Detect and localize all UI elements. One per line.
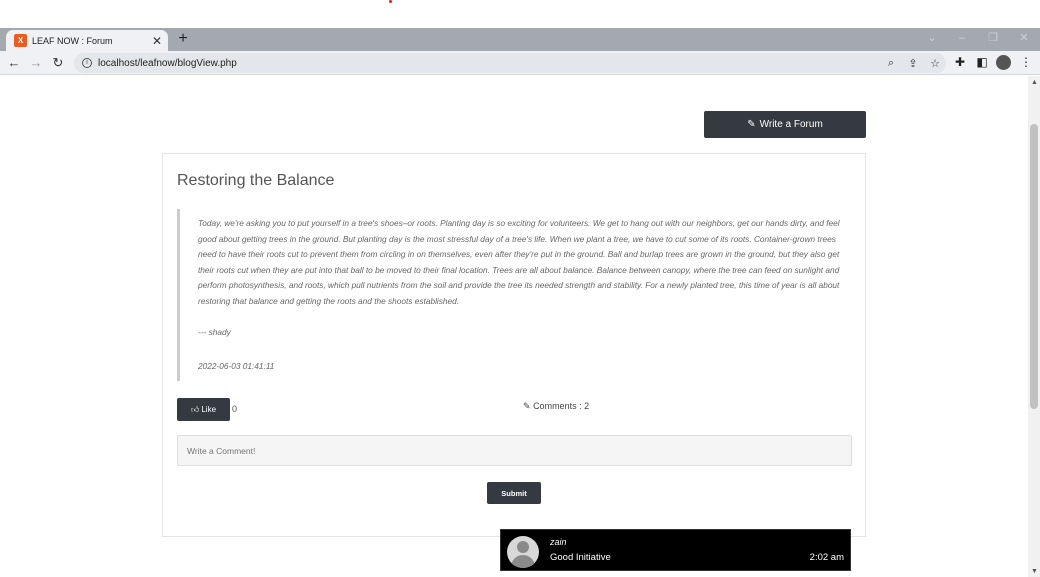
like-label: Like [201,405,217,414]
url-text: localhost/leafnow/blogView.php [98,57,237,69]
thumbs-up-icon: 👍︎ [190,404,200,414]
scrollbar-thumb[interactable] [1030,124,1038,409]
like-button[interactable]: 👍︎ Like [177,398,230,421]
post-title: Restoring the Balance [177,172,335,189]
pencil-icon: ✎ [747,119,756,130]
minimize-icon[interactable]: – [954,30,970,46]
top-strip [0,0,1040,28]
back-arrow-icon[interactable]: ← [5,54,23,72]
comments-label: Comments : 2 [533,401,590,411]
comment-item: zain Good Initiative 2:02 am [500,529,851,571]
tab-close-icon[interactable]: ✕ [150,34,164,48]
address-bar: ← → ↻ i localhost/leafnow/blogView.php ⌕… [0,51,1040,75]
zoom-icon[interactable]: ⌕ [880,57,902,70]
share-icon[interactable]: ⇪ [902,57,924,70]
post-blockquote: Today, we're asking you to put yourself … [177,209,853,381]
post-card: Restoring the Balance Today, we're askin… [162,153,866,537]
tab-search-chevron-icon[interactable]: ⌄ [924,30,940,46]
comment-input[interactable] [177,435,852,466]
commenter-name: zain [550,537,567,547]
comments-count: ✎ Comments : 2 [523,401,589,412]
avatar-head-shape [517,541,529,553]
post-author: --- shady [198,327,231,337]
scroll-down-icon[interactable]: ▼ [1031,568,1038,575]
new-tab-plus-icon[interactable]: + [175,29,191,49]
submit-button[interactable]: Submit [487,482,541,504]
like-count: 0 [232,404,238,414]
write-forum-button[interactable]: ✎ Write a Forum [704,111,866,138]
reload-icon[interactable]: ↻ [49,54,67,72]
avatar-body-shape [511,555,535,568]
page-viewport: ✎ Write a Forum Restoring the Balance To… [0,76,1028,577]
comment-time: 2:02 am [809,552,844,563]
forward-arrow-icon[interactable]: → [27,54,45,72]
xampp-favicon-icon: X [14,34,27,47]
site-info-icon[interactable]: i [82,58,92,68]
url-box[interactable]: i localhost/leafnow/blogView.php ⌕ ⇪ ☆ [74,53,946,73]
extensions-puzzle-icon[interactable]: ✚ [951,55,969,71]
tab-title: LEAF NOW : Forum [32,35,113,46]
indicator-dot [389,0,392,3]
pencil-icon: ✎ [523,401,531,411]
restore-icon[interactable]: ❐ [985,30,1001,46]
tab-bar: X LEAF NOW : Forum ✕ [0,28,1040,51]
side-panel-icon[interactable]: ◧ [973,55,991,71]
browser-menu-icon[interactable]: ⋮ [1017,55,1035,71]
browser-tab[interactable]: X LEAF NOW : Forum ✕ [6,30,168,51]
post-body: Today, we're asking you to put yourself … [198,218,840,306]
comment-text: Good Initiative [550,552,611,563]
bookmark-star-icon[interactable]: ☆ [924,57,946,70]
write-forum-label: Write a Forum [759,119,823,130]
post-date: 2022-06-03 01:41:11 [198,361,275,371]
commenter-avatar [507,536,539,568]
scroll-up-icon[interactable]: ▲ [1031,79,1038,86]
profile-avatar-icon[interactable] [996,55,1011,70]
close-window-icon[interactable]: ✕ [1016,30,1032,46]
page-scrollbar[interactable]: ▲ ▼ [1028,76,1040,577]
